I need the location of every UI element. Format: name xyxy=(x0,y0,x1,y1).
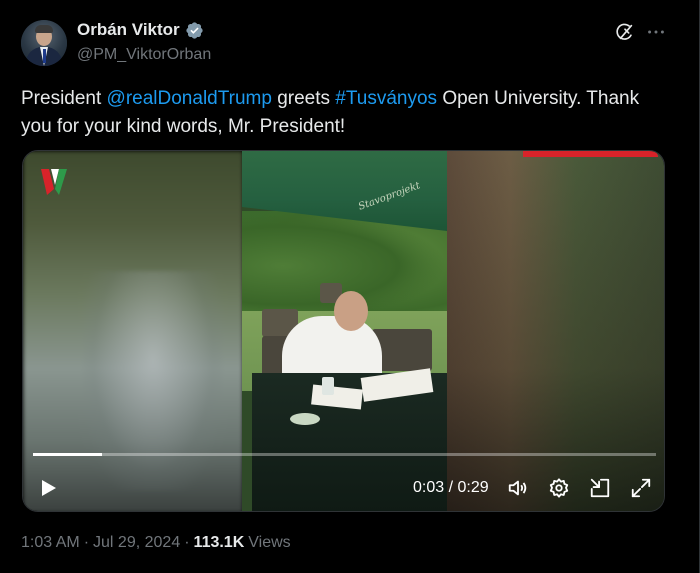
play-icon[interactable] xyxy=(38,478,58,498)
footer-separator: · xyxy=(83,534,90,551)
tweet-footer: 1:03 AM · Jul 29, 2024 · 113.1K Views xyxy=(21,534,291,552)
author-handle[interactable]: @PM_ViktorOrban xyxy=(77,46,211,64)
more-icon[interactable] xyxy=(645,21,667,43)
settings-icon[interactable] xyxy=(548,477,570,499)
post-date[interactable]: Jul 29, 2024 xyxy=(93,534,180,552)
video-progress-fill xyxy=(33,453,102,456)
video-person-head xyxy=(334,291,368,331)
verified-badge-icon[interactable] xyxy=(185,21,204,40)
tweet: Orbán Viktor @PM_ViktorOrban President @… xyxy=(0,0,700,573)
volume-icon[interactable] xyxy=(507,477,529,499)
fullscreen-icon[interactable] xyxy=(630,477,652,499)
tweet-text-segment: President xyxy=(21,88,107,109)
video-progress-bar[interactable] xyxy=(33,453,656,456)
display-name[interactable]: Orbán Viktor xyxy=(77,20,180,40)
views-label: Views xyxy=(248,534,291,551)
video-blur-left xyxy=(23,151,243,511)
video-red-bar xyxy=(523,151,658,157)
video-controls: 0:03 / 0:29 xyxy=(23,469,664,509)
grok-icon[interactable] xyxy=(614,21,636,43)
video-glass xyxy=(322,377,334,395)
footer-separator: · xyxy=(184,534,190,551)
video-frame: Stavoprojekt xyxy=(242,151,447,511)
hashtag-link[interactable]: #Tusványos xyxy=(335,88,437,109)
tweet-text: President @realDonaldTrump greets #Tusvá… xyxy=(21,85,671,141)
tweet-text-segment: greets xyxy=(271,88,336,109)
views-count: 113.1K xyxy=(193,534,245,551)
mention-link[interactable]: @realDonaldTrump xyxy=(107,88,272,109)
current-time: 0:03 xyxy=(413,479,445,496)
video-bowl xyxy=(290,413,320,425)
video-player[interactable]: Stavoprojekt 0:03 / 0:29 xyxy=(22,150,665,512)
time-separator: / xyxy=(444,479,458,496)
channel-logo-icon xyxy=(39,167,69,199)
post-time[interactable]: 1:03 AM xyxy=(21,534,80,552)
video-blur-right xyxy=(444,151,664,511)
video-time: 0:03 / 0:29 xyxy=(413,479,489,497)
author-name-row: Orbán Viktor xyxy=(77,20,204,40)
pip-icon[interactable] xyxy=(589,477,611,499)
duration: 0:29 xyxy=(457,479,489,496)
avatar[interactable] xyxy=(21,20,67,66)
